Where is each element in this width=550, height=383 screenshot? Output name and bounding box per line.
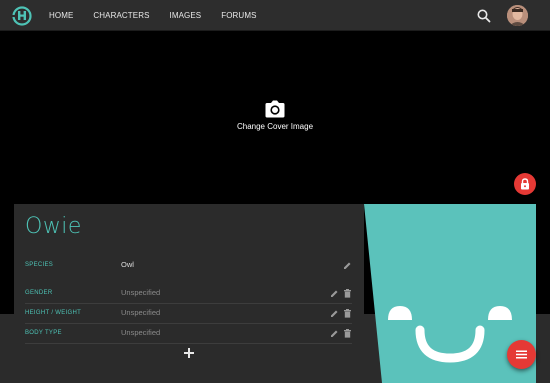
cover-image-area: Change Cover Image <box>0 32 550 204</box>
nav-images[interactable]: IMAGES <box>170 11 202 20</box>
edit-icon[interactable] <box>343 261 352 270</box>
main-nav: HOME CHARACTERS IMAGES FORUMS <box>49 0 277 31</box>
trash-icon[interactable] <box>343 289 352 298</box>
change-cover-label: Change Cover Image <box>236 122 314 131</box>
lock-icon <box>521 178 529 190</box>
field-value: Owl <box>121 260 134 269</box>
menu-fab-button[interactable] <box>507 340 536 369</box>
edit-icon[interactable] <box>330 329 339 338</box>
field-label: SPECIES <box>25 262 54 268</box>
edit-icon[interactable] <box>330 289 339 298</box>
change-cover-button[interactable]: Change Cover Image <box>230 100 320 136</box>
character-profile-panel: Owie SPECIES Owl GENDER Unspecified HEIG… <box>14 204 364 383</box>
field-row-height-weight: HEIGHT / WEIGHT Unspecified <box>25 304 352 324</box>
field-value: Unspecified <box>121 308 161 317</box>
field-value: Unspecified <box>121 328 161 337</box>
trash-icon[interactable] <box>343 329 352 338</box>
nav-forums[interactable]: FORUMS <box>221 11 256 20</box>
edit-icon[interactable] <box>330 309 339 318</box>
field-row-body-type: BODY TYPE Unspecified <box>25 324 352 344</box>
search-icon[interactable] <box>476 8 492 24</box>
camera-icon <box>265 100 285 118</box>
user-avatar[interactable] <box>507 5 528 26</box>
toyhouse-logo-icon[interactable] <box>12 6 32 26</box>
field-row-gender: GENDER Unspecified <box>25 284 352 304</box>
plus-icon[interactable] <box>182 346 196 360</box>
trash-icon[interactable] <box>343 309 352 318</box>
top-navbar: HOME CHARACTERS IMAGES FORUMS <box>0 0 550 31</box>
nav-characters[interactable]: CHARACTERS <box>93 11 149 20</box>
field-value: Unspecified <box>121 288 161 297</box>
character-name: Owie <box>25 214 82 239</box>
menu-icon <box>516 350 527 359</box>
privacy-lock-button[interactable] <box>514 173 536 195</box>
field-label: BODY TYPE <box>25 330 62 336</box>
field-label: GENDER <box>25 290 53 296</box>
field-label: HEIGHT / WEIGHT <box>25 310 82 316</box>
field-row-species: SPECIES Owl <box>25 256 352 276</box>
avatar-image <box>507 5 528 26</box>
nav-home[interactable]: HOME <box>49 11 73 20</box>
